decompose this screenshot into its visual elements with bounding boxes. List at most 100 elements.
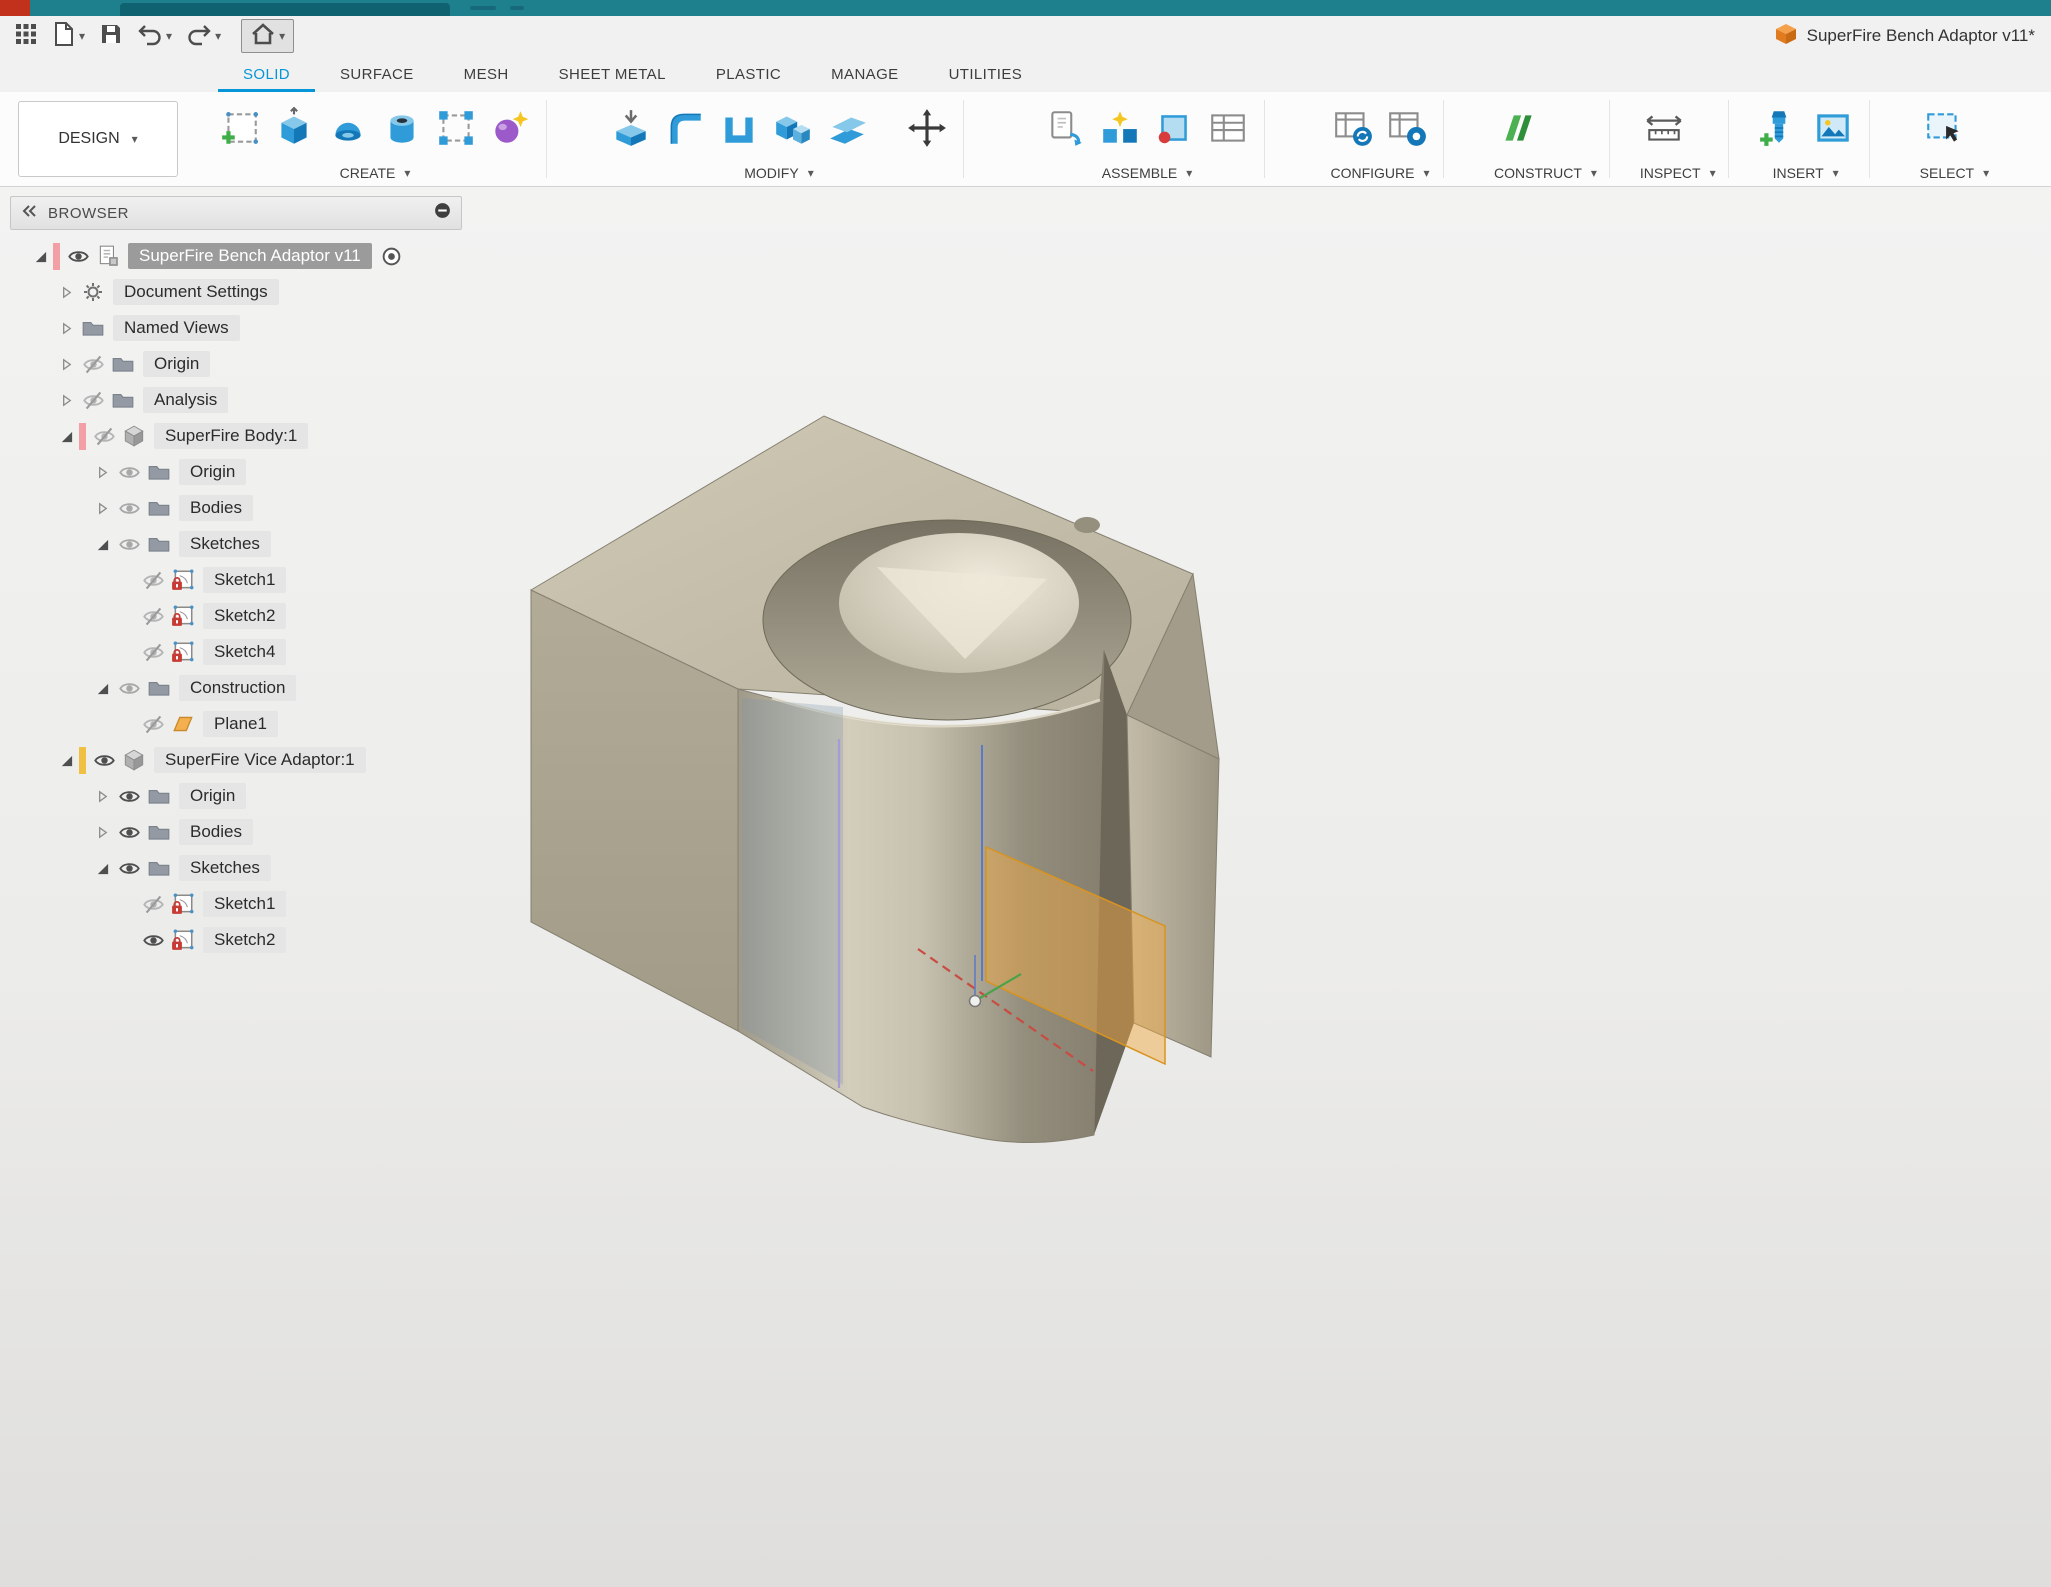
- visibility-eye-icon[interactable]: [114, 497, 144, 520]
- visibility-eye-icon[interactable]: [114, 461, 144, 484]
- insert-fastener-button[interactable]: [1755, 106, 1803, 154]
- offset-face-button[interactable]: [823, 106, 871, 154]
- tab-plastic[interactable]: PLASTIC: [691, 56, 806, 92]
- press-pull-button[interactable]: [607, 106, 655, 154]
- group-label-insert[interactable]: INSERT▾: [1755, 161, 1857, 183]
- visibility-eye-icon[interactable]: [114, 857, 144, 880]
- tree-row-sketch2[interactable]: Sketch2: [10, 598, 462, 634]
- tab-surface[interactable]: SURFACE: [315, 56, 439, 92]
- group-label-modify[interactable]: MODIFY▾: [607, 161, 951, 183]
- visibility-eye-icon[interactable]: [138, 569, 168, 592]
- tree-row-plane1[interactable]: Plane1: [10, 706, 462, 742]
- collapse-arrow-icon[interactable]: [54, 753, 78, 768]
- undo-button[interactable]: ▾: [131, 19, 178, 53]
- tree-row-sketch2[interactable]: Sketch2: [10, 922, 462, 958]
- visibility-eye-icon[interactable]: [114, 677, 144, 700]
- tree-item-label[interactable]: Sketch1: [203, 567, 286, 593]
- tab-manage[interactable]: MANAGE: [806, 56, 923, 92]
- file-menu-button[interactable]: ▾: [46, 19, 91, 53]
- activate-component-radio-icon[interactable]: [381, 246, 402, 267]
- insert-configuration-button[interactable]: [1383, 106, 1431, 154]
- group-label-configure[interactable]: CONFIGURE▾: [1329, 161, 1431, 183]
- construction-plane-button[interactable]: [1494, 106, 1542, 154]
- configuration-table-button[interactable]: [1329, 106, 1377, 154]
- tree-item-label[interactable]: Origin: [179, 459, 246, 485]
- collapse-arrow-icon[interactable]: [90, 681, 114, 696]
- revolve-button[interactable]: [324, 106, 372, 154]
- select-window-button[interactable]: [1920, 106, 1968, 154]
- hole-button[interactable]: [378, 106, 426, 154]
- tree-row-bodies[interactable]: Bodies: [10, 814, 462, 850]
- visibility-eye-icon[interactable]: [138, 641, 168, 664]
- group-label-assemble[interactable]: ASSEMBLE▾: [1042, 161, 1252, 183]
- visibility-eye-icon[interactable]: [114, 533, 144, 556]
- group-label-select[interactable]: SELECT▾: [1920, 161, 1990, 183]
- new-sketch-button[interactable]: [216, 106, 264, 154]
- visibility-eye-icon[interactable]: [138, 713, 168, 736]
- tree-row-superfire-bench-adaptor-v11[interactable]: SuperFire Bench Adaptor v11: [10, 238, 462, 274]
- tab-utilities[interactable]: UTILITIES: [924, 56, 1048, 92]
- expand-arrow-icon[interactable]: [90, 825, 114, 840]
- bom-table-button[interactable]: [1204, 106, 1252, 154]
- tree-item-label[interactable]: SuperFire Vice Adaptor:1: [154, 747, 366, 773]
- visibility-eye-icon[interactable]: [63, 245, 93, 268]
- tree-row-superfire-vice-adaptor-1[interactable]: SuperFire Vice Adaptor:1: [10, 742, 462, 778]
- move-button[interactable]: [903, 106, 951, 154]
- extrude-button[interactable]: [270, 106, 318, 154]
- tree-row-analysis[interactable]: Analysis: [10, 382, 462, 418]
- visibility-eye-icon[interactable]: [114, 785, 144, 808]
- 3d-model[interactable]: [527, 407, 1227, 1152]
- rectangular-pattern-button[interactable]: [432, 106, 480, 154]
- visibility-eye-icon[interactable]: [78, 389, 108, 412]
- tree-item-label[interactable]: Sketch1: [203, 891, 286, 917]
- tree-row-construction[interactable]: Construction: [10, 670, 462, 706]
- tree-item-label[interactable]: Sketches: [179, 531, 271, 557]
- tree-item-label[interactable]: Analysis: [143, 387, 228, 413]
- visibility-eye-icon[interactable]: [78, 353, 108, 376]
- joint-button[interactable]: [1096, 106, 1144, 154]
- measure-button[interactable]: [1640, 106, 1688, 154]
- redo-button[interactable]: ▾: [180, 19, 227, 53]
- fillet-button[interactable]: [661, 106, 709, 154]
- tree-item-label[interactable]: Origin: [179, 783, 246, 809]
- group-label-inspect[interactable]: INSPECT▾: [1640, 161, 1716, 183]
- visibility-eye-icon[interactable]: [138, 893, 168, 916]
- expand-arrow-icon[interactable]: [54, 393, 78, 408]
- tree-row-sketches[interactable]: Sketches: [10, 526, 462, 562]
- tree-item-label[interactable]: Bodies: [179, 495, 253, 521]
- tree-item-label[interactable]: SuperFire Bench Adaptor v11: [128, 243, 372, 269]
- collapse-arrow-icon[interactable]: [90, 537, 114, 552]
- tree-row-named-views[interactable]: Named Views: [10, 310, 462, 346]
- tree-row-origin[interactable]: Origin: [10, 346, 462, 382]
- hide-all-icon[interactable]: [433, 201, 452, 225]
- save-button[interactable]: [93, 19, 129, 53]
- tree-item-label[interactable]: Plane1: [203, 711, 278, 737]
- tree-row-document-settings[interactable]: Document Settings: [10, 274, 462, 310]
- visibility-eye-icon[interactable]: [89, 749, 119, 772]
- tree-item-label[interactable]: SuperFire Body:1: [154, 423, 308, 449]
- collapse-arrow-icon[interactable]: [90, 861, 114, 876]
- tree-item-label[interactable]: Sketch2: [203, 603, 286, 629]
- tree-item-label[interactable]: Document Settings: [113, 279, 279, 305]
- design-workspace-selector[interactable]: DESIGN ▾: [18, 101, 178, 177]
- tree-item-label[interactable]: Origin: [143, 351, 210, 377]
- tree-row-sketch1[interactable]: Sketch1: [10, 886, 462, 922]
- tab-sheet-metal[interactable]: SHEET METAL: [534, 56, 691, 92]
- tree-row-superfire-body-1[interactable]: SuperFire Body:1: [10, 418, 462, 454]
- insert-canvas-button[interactable]: [1809, 106, 1857, 154]
- tree-row-origin[interactable]: Origin: [10, 778, 462, 814]
- joint-origin-button[interactable]: [1150, 106, 1198, 154]
- group-label-create[interactable]: CREATE▾: [216, 161, 534, 183]
- tab-solid[interactable]: SOLID: [218, 56, 315, 92]
- expand-arrow-icon[interactable]: [90, 789, 114, 804]
- expand-arrow-icon[interactable]: [54, 357, 78, 372]
- tree-item-label[interactable]: Sketches: [179, 855, 271, 881]
- tree-item-label[interactable]: Sketch4: [203, 639, 286, 665]
- visibility-eye-icon[interactable]: [89, 425, 119, 448]
- visibility-eye-icon[interactable]: [138, 929, 168, 952]
- form-button[interactable]: [486, 106, 534, 154]
- visibility-eye-icon[interactable]: [138, 605, 168, 628]
- tree-item-label[interactable]: Construction: [179, 675, 296, 701]
- tree-item-label[interactable]: Named Views: [113, 315, 240, 341]
- visibility-eye-icon[interactable]: [114, 821, 144, 844]
